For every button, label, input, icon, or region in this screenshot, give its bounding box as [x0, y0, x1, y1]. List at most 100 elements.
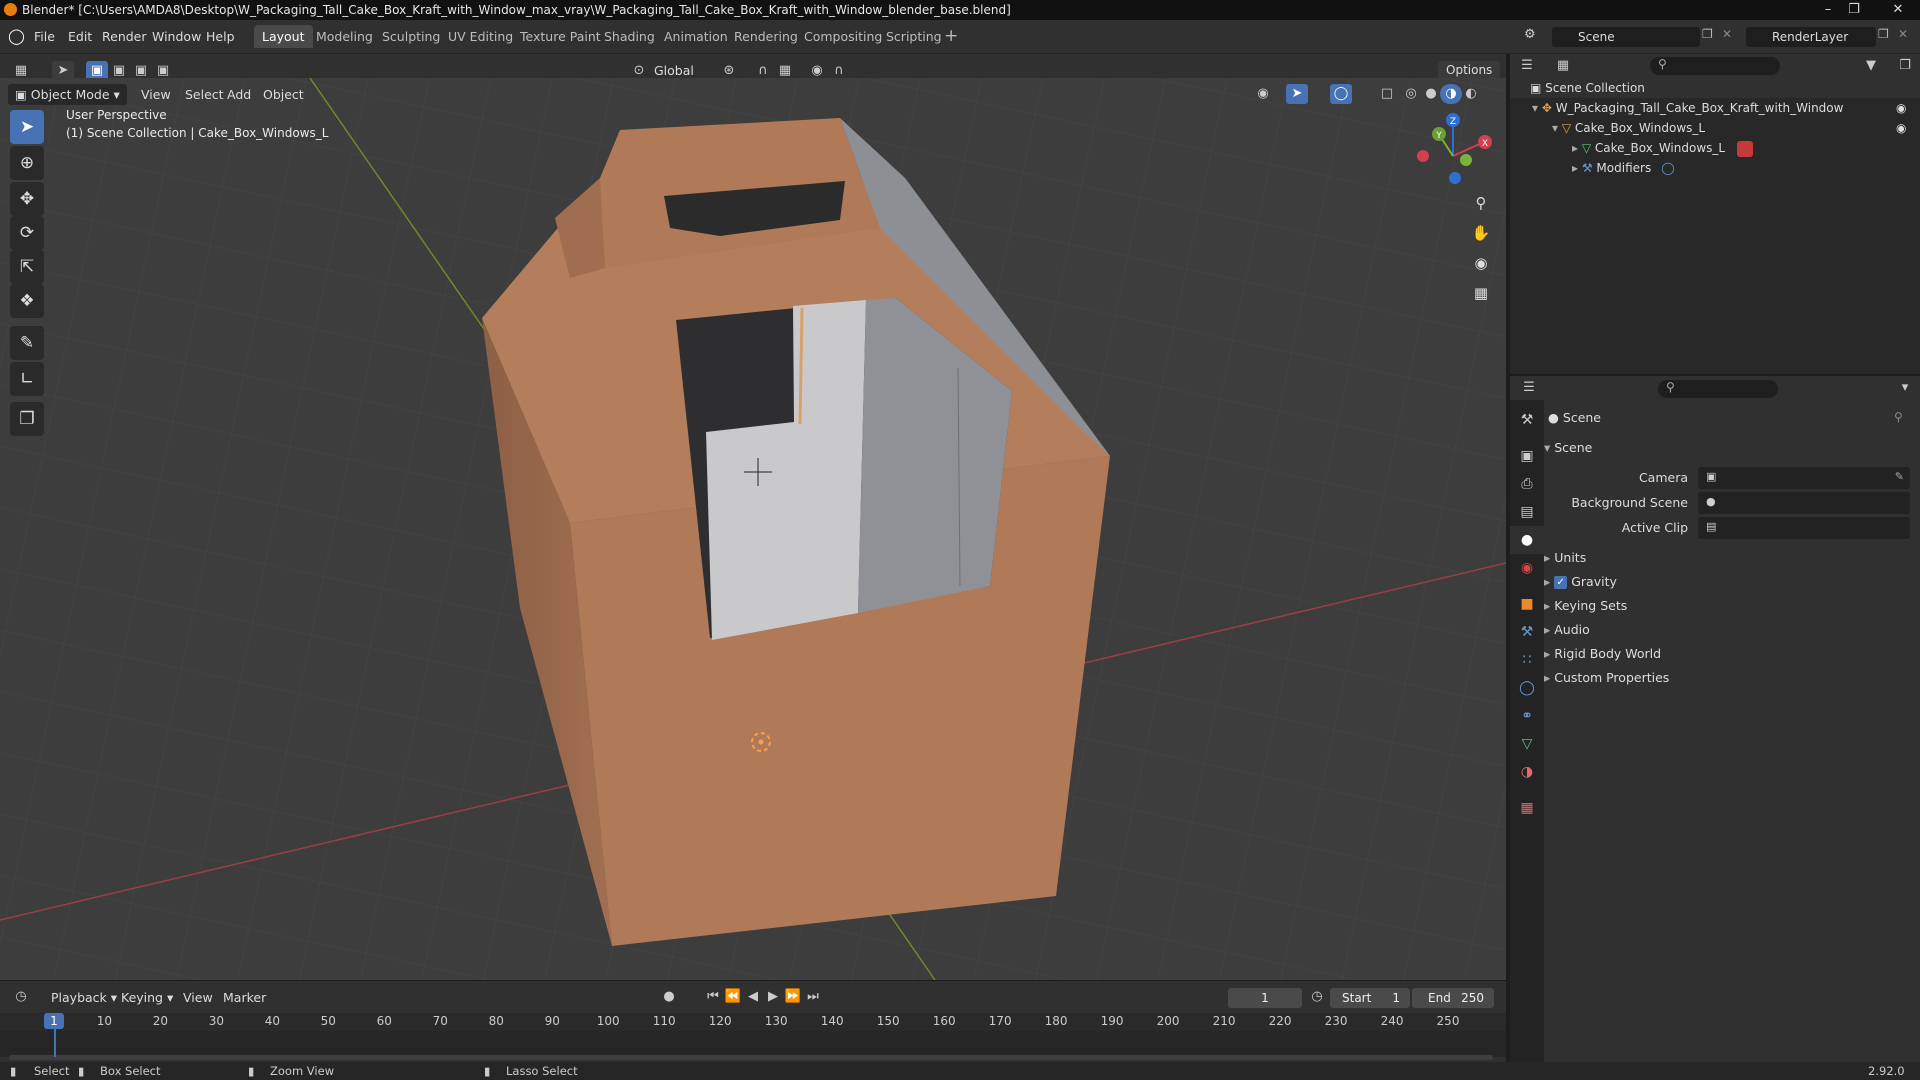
timeline-marker-menu[interactable]: Marker — [216, 987, 273, 1008]
playhead-frame[interactable]: 1 — [44, 1013, 64, 1029]
pan-hand-icon[interactable]: ✋ — [1468, 220, 1494, 246]
tab-modeling[interactable]: Modeling — [308, 25, 381, 48]
transform-orientation-dropdown[interactable]: Global — [654, 63, 694, 78]
tab-rendering[interactable]: Rendering — [726, 25, 806, 48]
tab-uv-editing[interactable]: UV Editing — [440, 25, 521, 48]
scene-tab-icon[interactable]: ● — [1510, 526, 1544, 554]
timeline-editor-icon[interactable]: ◷ — [10, 987, 32, 1007]
viewport-menu-add[interactable]: Add — [220, 84, 258, 105]
outliner-row-modifiers[interactable]: ▸ ⚒ Modifiers ◯ — [1510, 158, 1920, 178]
keyframe-area[interactable] — [0, 1031, 1506, 1057]
view-layer-tab-icon[interactable]: ▤ — [1510, 498, 1544, 526]
visibility-icon[interactable]: ◉ — [1252, 84, 1274, 104]
delete-renderlayer-icon[interactable]: ✕ — [1898, 27, 1908, 41]
keying-sets-panel-header[interactable]: ▸ Keying Sets — [1544, 598, 1627, 613]
properties-search-input[interactable]: ⚲ — [1658, 380, 1778, 398]
tab-animation[interactable]: Animation — [656, 25, 736, 48]
viewport-menu-view[interactable]: View — [134, 84, 178, 105]
record-icon[interactable]: ● — [658, 987, 680, 1007]
outliner-search-input[interactable]: ⚲ — [1650, 57, 1780, 75]
custom-properties-panel-header[interactable]: ▸ Custom Properties — [1544, 670, 1669, 685]
camera-field[interactable]: ▣ ✎ — [1698, 467, 1910, 489]
jump-end-icon[interactable]: ⏭ — [802, 987, 824, 1007]
transform-tool[interactable]: ❖ — [10, 284, 44, 318]
tab-sculpting[interactable]: Sculpting — [374, 25, 448, 48]
timeline-view-menu[interactable]: View — [176, 987, 220, 1008]
current-frame-field[interactable]: 1 — [1228, 988, 1302, 1008]
material-tab-icon[interactable]: ◑ — [1510, 758, 1544, 786]
outliner-editor-icon[interactable]: ☰ — [1516, 56, 1538, 76]
modifier-tab-icon[interactable]: ⚒ — [1510, 618, 1544, 646]
object-tab-icon[interactable]: ■ — [1510, 590, 1544, 618]
physics-tab-icon[interactable]: ◯ — [1510, 674, 1544, 702]
blender-menu-icon[interactable]: ◯ — [8, 27, 25, 45]
mode-dropdown[interactable]: ▣ Object Mode ▾ — [8, 84, 127, 105]
xray-toggle-icon[interactable]: □ — [1376, 84, 1398, 104]
data-tab-icon[interactable]: ▽ — [1510, 730, 1544, 758]
options-dropdown[interactable]: Options — [1438, 61, 1501, 79]
navigation-gizmo[interactable]: Z X Y — [1410, 108, 1496, 198]
outliner-row-root[interactable]: ▣ Scene Collection — [1510, 78, 1920, 98]
scale-tool[interactable]: ⇱ — [10, 250, 44, 284]
tab-texture-paint[interactable]: Texture Paint — [512, 25, 609, 48]
new-renderlayer-icon[interactable]: ❐ — [1878, 27, 1889, 41]
select-box-tool[interactable]: ➤ — [10, 110, 44, 144]
close-button[interactable]: ✕ — [1880, 0, 1916, 20]
menu-window[interactable]: Window — [146, 27, 207, 46]
maximize-button[interactable]: ❐ — [1841, 0, 1867, 20]
play-icon[interactable]: ▶ — [762, 987, 784, 1007]
constraints-tab-icon[interactable]: ⚭ — [1510, 702, 1544, 730]
outliner-row-mesh[interactable]: ▸ ▽ Cake_Box_Windows_L — [1510, 138, 1920, 158]
tool-tab-icon[interactable]: ⚒ — [1510, 406, 1544, 434]
menu-edit[interactable]: Edit — [62, 27, 98, 46]
scene-field[interactable]: Scene — [1552, 27, 1700, 47]
move-tool[interactable]: ✥ — [10, 182, 44, 216]
tab-compositing[interactable]: Compositing — [796, 25, 890, 48]
solid-shading-icon[interactable]: ● — [1420, 84, 1442, 104]
perspective-grid-icon[interactable]: ▦ — [1468, 280, 1494, 306]
camera-view-icon[interactable]: ◉ — [1468, 250, 1494, 276]
new-scene-icon[interactable]: ❐ — [1702, 27, 1713, 41]
renderlayer-field[interactable]: RenderLayer — [1746, 27, 1876, 47]
tab-shading[interactable]: Shading — [596, 25, 663, 48]
render-tab-icon[interactable]: ▣ — [1510, 442, 1544, 470]
properties-editor-icon[interactable]: ☰ — [1518, 378, 1540, 398]
eye-icon[interactable]: ◉ — [1896, 118, 1906, 138]
eye-icon[interactable]: ◉ — [1896, 98, 1906, 118]
add-cube-tool[interactable]: ❐ — [10, 402, 44, 436]
background-scene-field[interactable]: ● — [1698, 492, 1910, 514]
timeline-playback-menu[interactable]: Playback ▾ — [44, 987, 124, 1008]
filter-icon[interactable]: ▼ — [1860, 56, 1882, 76]
measure-tool[interactable]: ∟ — [10, 362, 44, 396]
timeline-scrollbar[interactable] — [9, 1055, 1493, 1060]
wireframe-shading-icon[interactable]: ◎ — [1400, 84, 1422, 104]
prev-keyframe-icon[interactable]: ⏪ — [722, 987, 744, 1007]
3d-viewport[interactable]: ▣ Object Mode ▾ View Select Add Object ◉… — [0, 78, 1506, 980]
start-frame-field[interactable]: Start 1 — [1330, 988, 1410, 1008]
units-panel-header[interactable]: ▸ Units — [1544, 550, 1586, 565]
rigid-body-panel-header[interactable]: ▸ Rigid Body World — [1544, 646, 1661, 661]
display-mode-icon[interactable]: ▦ — [1552, 56, 1574, 76]
viewport-menu-object[interactable]: Object — [256, 84, 311, 105]
menu-help[interactable]: Help — [200, 27, 241, 46]
texture-tab-icon[interactable]: ▦ — [1510, 794, 1544, 822]
output-tab-icon[interactable]: ⎙ — [1510, 470, 1544, 498]
add-workspace-icon[interactable]: + — [944, 26, 958, 46]
scene-selector-icon[interactable]: ⚙ — [1524, 27, 1536, 42]
rotate-tool[interactable]: ⟳ — [10, 216, 44, 250]
timeline-keying-menu[interactable]: Keying ▾ — [114, 987, 180, 1008]
jump-start-icon[interactable]: ⏮ — [702, 987, 724, 1007]
annotate-tool[interactable]: ✎ — [10, 326, 44, 360]
tab-layout[interactable]: Layout — [254, 25, 313, 48]
menu-file[interactable]: File — [28, 27, 61, 46]
particles-tab-icon[interactable]: ∷ — [1510, 646, 1544, 674]
menu-render[interactable]: Render — [96, 27, 153, 46]
scene-panel-header[interactable]: ▾ Scene — [1544, 440, 1592, 455]
properties-options-icon[interactable]: ▾ — [1894, 378, 1916, 398]
eyedropper-icon[interactable]: ✎ — [1895, 470, 1904, 483]
outliner-row-collection[interactable]: ▾ ✥ W_Packaging_Tall_Cake_Box_Kraft_with… — [1510, 98, 1920, 118]
delete-scene-icon[interactable]: ✕ — [1722, 27, 1732, 41]
outliner-row-object[interactable]: ▾ ▽ Cake_Box_Windows_L ◉ — [1510, 118, 1920, 138]
audio-panel-header[interactable]: ▸ Audio — [1544, 622, 1590, 637]
gravity-panel-header[interactable]: ▸ ✓ Gravity — [1544, 574, 1617, 589]
